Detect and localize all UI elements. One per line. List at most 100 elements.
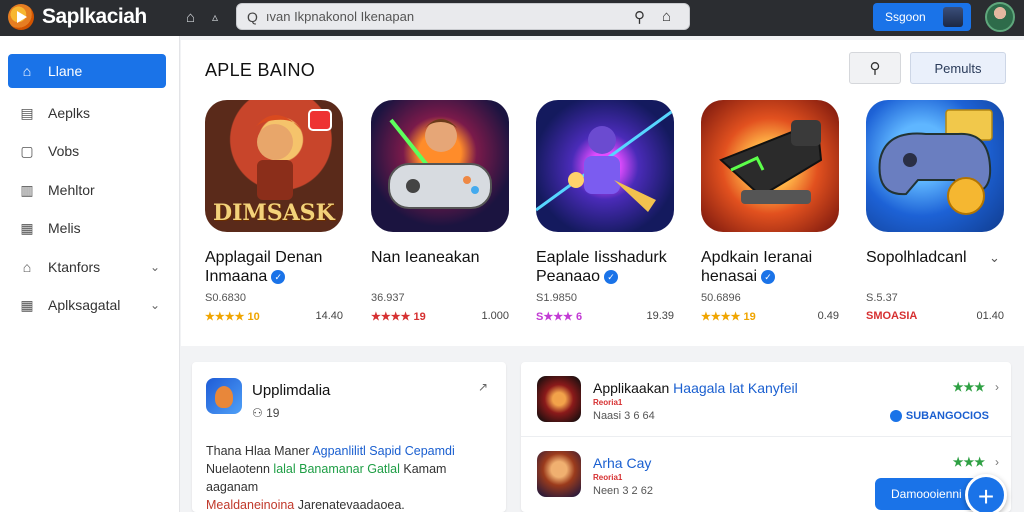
app-price: 19.39: [646, 310, 674, 322]
app-price: 14.40: [315, 310, 343, 322]
tank-icon: [719, 120, 823, 204]
featured-app-sub: ⚇ 19: [252, 406, 280, 420]
app-meta: ★★★★ 19 1.000: [371, 310, 509, 323]
sidebar-item-label: Ktanfors: [48, 259, 101, 275]
app-rating: ★★★★ 10: [205, 311, 260, 323]
status-dot-icon: [889, 410, 902, 422]
app-rating: ★★★★ 19: [371, 311, 426, 323]
sign-in-label: Ssgoon: [885, 10, 926, 24]
chevron-up-icon[interactable]: ▵: [212, 10, 218, 24]
featured-app-description: Thana Hlaa Maner Agpanlilitl Sapid Cepam…: [206, 444, 455, 512]
app-icon[interactable]: [536, 100, 674, 232]
app-name: Apdkain Ieranai henasai ✓: [701, 249, 813, 285]
featured-app-title: Upplimdalia: [252, 382, 331, 399]
list-item-tag: Reoria1: [593, 398, 623, 407]
sidebar-item-label: Aeplks: [48, 105, 91, 121]
verified-icon: ✓: [271, 269, 286, 284]
plus-icon: +: [977, 481, 995, 512]
chart-icon: ▥: [20, 181, 34, 198]
app-card[interactable]: Sopolhladcanl S.5.37 SMOASIA 01.40: [866, 100, 1016, 322]
avatar[interactable]: [985, 2, 1015, 32]
app-icon[interactable]: DIMSASK: [205, 100, 343, 232]
app-icon-logo-text: DIMSASK: [213, 200, 335, 226]
app-title: Saplkaciah: [42, 5, 147, 28]
chevron-down-icon: ⌄: [149, 260, 160, 274]
chevron-down-icon[interactable]: ⌄: [989, 250, 1000, 266]
app-rating: ★★★★ 19: [701, 311, 756, 323]
sidebar-item-library[interactable]: ⌂ Ktanfors ⌄: [8, 250, 166, 284]
sidebar: ⌂ Llane ▤ Aeplks ▢ Vobs ▥ Mehltor ▦ Meli…: [0, 36, 180, 512]
app-icon[interactable]: [371, 100, 509, 232]
robot-icon: [536, 108, 674, 212]
verified-icon: ✓: [761, 269, 776, 284]
gamepad-icon: [388, 118, 492, 209]
list-item-title: Applikaakan Haagala lat Kanyfeil: [593, 380, 798, 396]
search-icon[interactable]: ⚲: [634, 8, 645, 26]
permits-button[interactable]: Pemults: [910, 52, 1006, 84]
app-name: Applagail Denan Inmaana ✓: [205, 249, 323, 285]
app-price: 01.40: [976, 310, 1004, 322]
sidebar-item-label: Llane: [48, 63, 83, 79]
app-icon[interactable]: [701, 100, 839, 232]
sidebar-item-label: Melis: [48, 220, 81, 236]
home-icon: ⌂: [22, 63, 32, 79]
app-name: Nan Ieaneakan: [371, 249, 480, 266]
search-icon: ⚲: [869, 60, 881, 77]
app-card[interactable]: Apdkain Ieranai henasai ✓ 50.6896 ★★★★ 19…: [701, 100, 851, 323]
sidebar-item-calendar[interactable]: ▦ Melis: [8, 211, 166, 245]
add-fab-button[interactable]: +: [965, 474, 1007, 512]
app-price: 1.000: [481, 310, 509, 322]
app-icon: [537, 451, 581, 497]
app-meta: ★★★★ 10 14.40: [205, 310, 343, 323]
app-price: 0.49: [817, 310, 839, 322]
search-input[interactable]: ıvan Ikpnakonol Ikenapan: [266, 9, 414, 24]
section-search-button[interactable]: ⚲: [849, 52, 901, 84]
sidebar-item-label: Vobs: [48, 143, 80, 159]
sidebar-item-label: Mehltor: [48, 182, 95, 198]
apps-icon: ▤: [20, 104, 34, 121]
list-item-title: Arha Cay: [593, 455, 652, 471]
sidebar-item-label: Aplksagatal: [48, 297, 121, 313]
app-icon[interactable]: [866, 100, 1004, 232]
app-size: 36.937: [371, 292, 405, 304]
sidebar-item-charts[interactable]: ▥ Mehltor: [8, 173, 166, 207]
app-meta: SMOASIA 01.40: [866, 310, 1004, 322]
app-icon: [206, 378, 242, 414]
search-bar[interactable]: Q ıvan Ikpnakonol Ikenapan ⚲ ⌂: [236, 3, 690, 30]
app-card[interactable]: DIMSASK Applagail Denan Inmaana ✓ S0.6830…: [205, 100, 355, 323]
calendar-icon: ▦: [20, 219, 34, 236]
chevron-right-icon[interactable]: ›: [995, 455, 999, 469]
list-item-meta: Neen 3 2 62: [593, 485, 653, 497]
app-rating: SMOASIA: [866, 310, 918, 322]
app-card[interactable]: Eaplale Iisshadurk Peanaao ✓ S1.9850 S★★★…: [536, 100, 686, 323]
featured-apps-section: APLE BAINO ⚲ Pemults DIMSASK Applagail D…: [181, 40, 1024, 346]
app-size: S0.6830: [205, 292, 246, 304]
chevron-right-icon[interactable]: ›: [995, 380, 999, 394]
status-badge: SUBANGOCIOS: [889, 410, 989, 422]
bag-icon[interactable]: ⌂: [662, 8, 671, 25]
list-item-rating: ★★★: [952, 455, 985, 469]
sidebar-item-apps[interactable]: ▤ Aeplks: [8, 96, 166, 130]
app-logo[interactable]: Saplkaciah: [8, 4, 147, 30]
book-icon: ⌂: [22, 259, 32, 275]
app-meta: ★★★★ 19 0.49: [701, 310, 839, 323]
home-nav-icon[interactable]: ⌂: [186, 9, 195, 26]
sign-in-button[interactable]: Ssgoon: [873, 3, 971, 31]
app-size: S1.9850: [536, 292, 577, 304]
list-item-rating: ★★★: [952, 380, 985, 394]
people-icon: ⚇: [252, 406, 263, 420]
list-item[interactable]: Applikaakan Haagala lat Kanyfeil Reoria1…: [521, 362, 1011, 434]
share-icon[interactable]: ↗: [478, 380, 488, 394]
app-rating: S★★★ 6: [536, 311, 583, 323]
featured-app-card[interactable]: Upplimdalia ⚇ 19 ↗ Thana Hlaa Maner Agpa…: [192, 362, 506, 512]
list-item-meta: Naasi 3 6 64: [593, 410, 655, 422]
top-bar: Saplkaciah ⌂ ▵ Q ıvan Ikpnakonol Ikenapa…: [0, 0, 1024, 36]
logo-icon: [8, 4, 34, 30]
sidebar-item-docs[interactable]: ▢ Vobs: [8, 134, 166, 168]
verified-icon: ✓: [604, 269, 619, 284]
app-card[interactable]: Nan Ieaneakan 36.937 ★★★★ 19 1.000: [371, 100, 521, 323]
sidebar-item-categories[interactable]: ▦ Aplksagatal ⌄: [8, 288, 166, 322]
section-title: APLE BAINO: [205, 60, 316, 80]
sidebar-item-home[interactable]: ⌂ Llane: [8, 54, 166, 88]
list-item-tag: Reoria1: [593, 473, 623, 482]
